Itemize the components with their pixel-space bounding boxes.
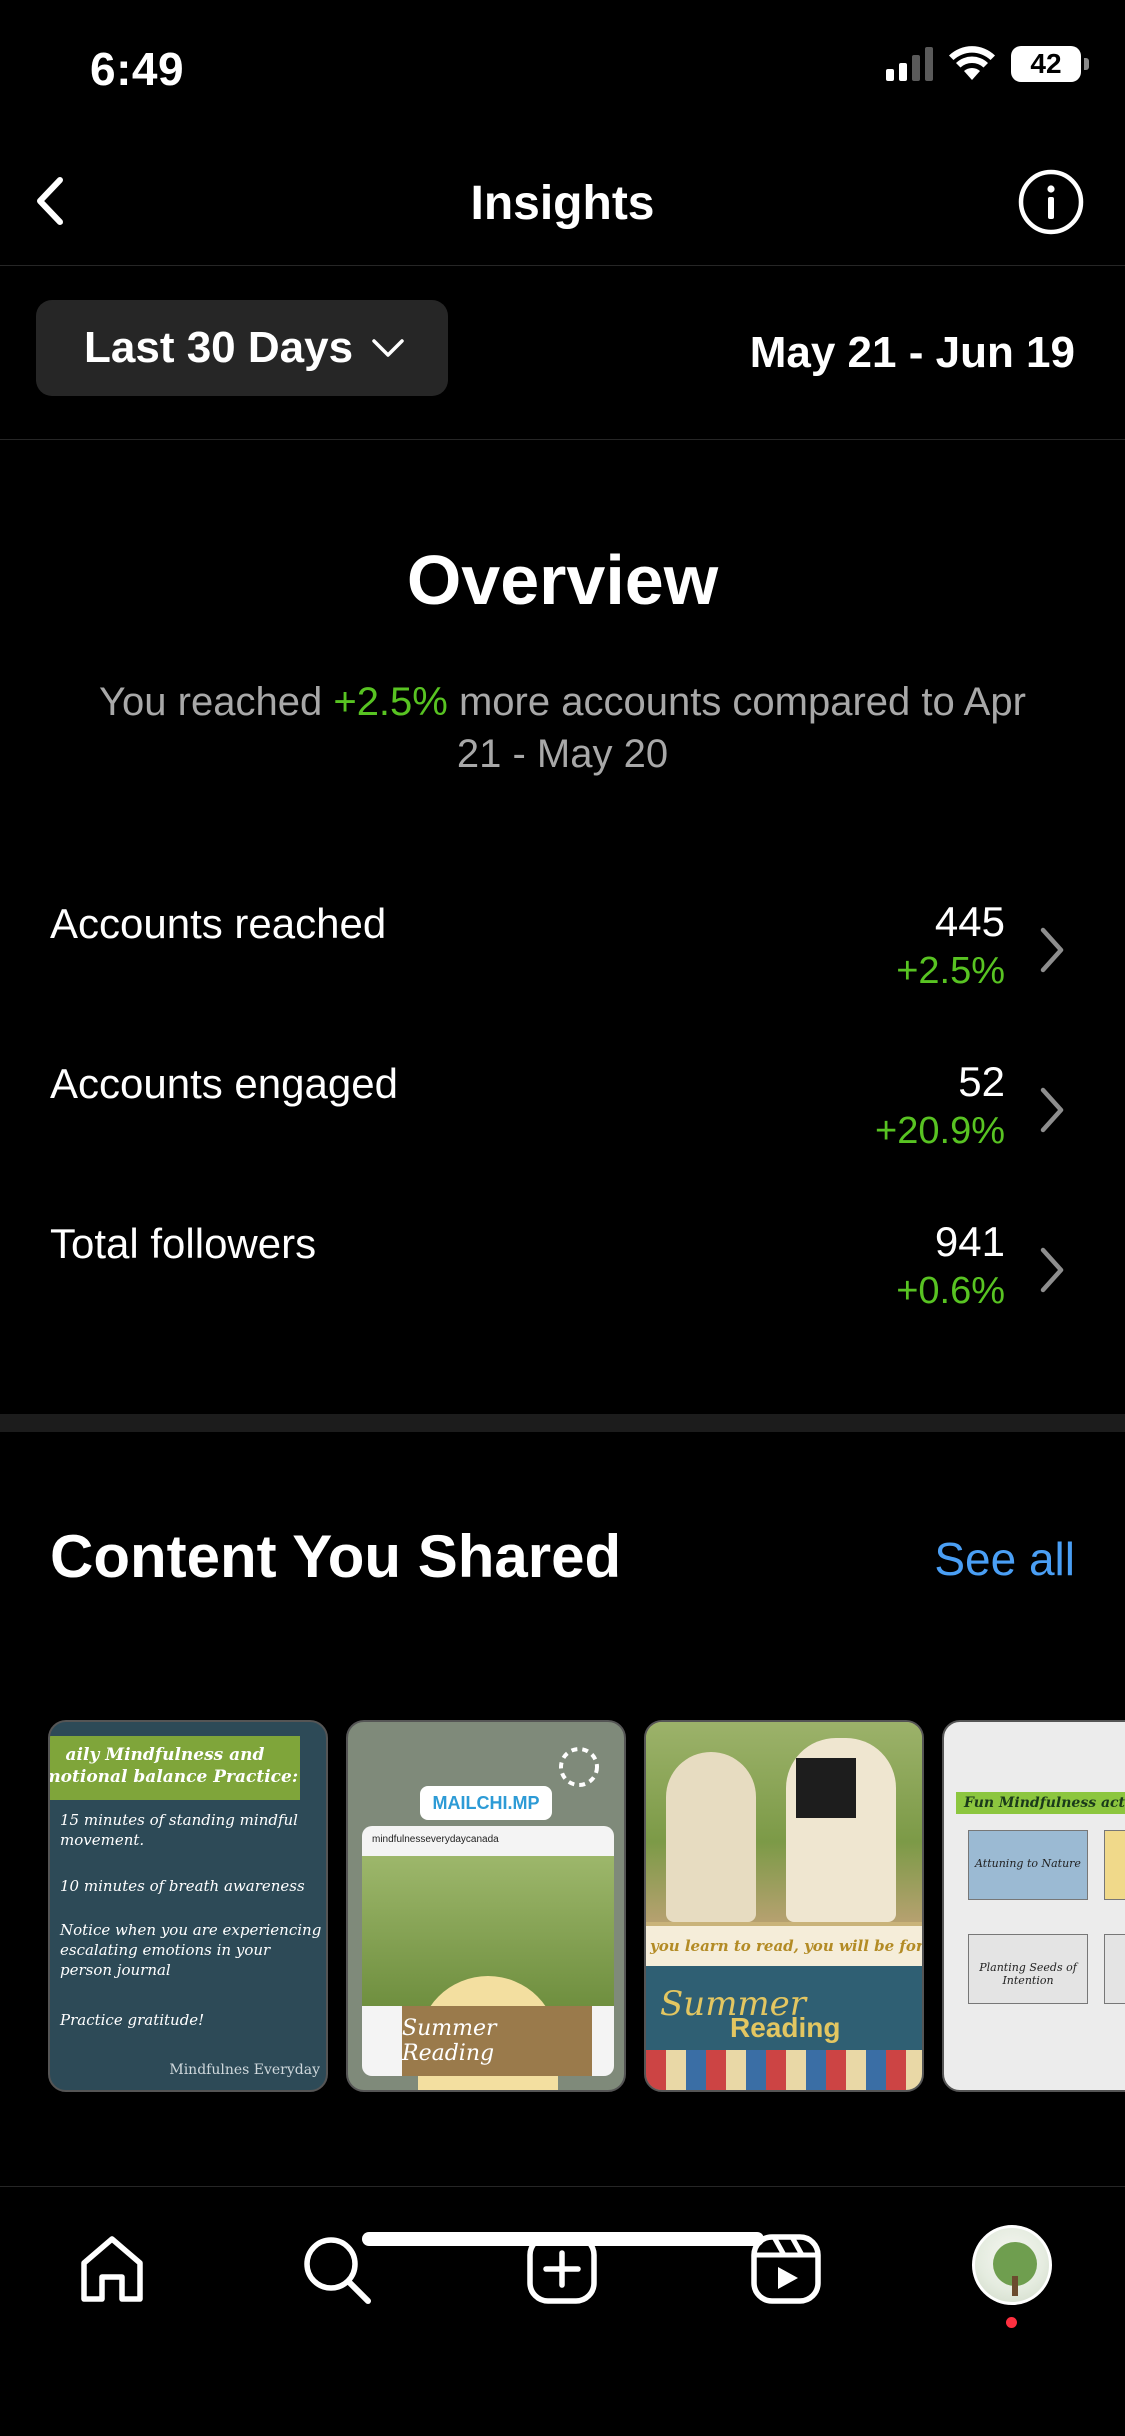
- content-thumbnail[interactable]: you learn to read, you will be forever S…: [644, 1720, 924, 2092]
- status-bar: 6:49 42: [0, 0, 1125, 140]
- content-thumbnail[interactable]: aily Mindfulness and emotional balance P…: [48, 1720, 328, 2092]
- chevron-right-icon: [1040, 1247, 1064, 1293]
- overview-desc-suffix: more accounts compared to Apr 21 - May 2…: [447, 680, 1026, 776]
- status-icons: 42: [886, 46, 1089, 82]
- metric-change: +2.5%: [896, 950, 1005, 992]
- thumbnail-note: [1104, 1934, 1125, 2004]
- nav-bar: Insights: [0, 140, 1125, 266]
- metric-value: 52: [958, 1058, 1005, 1105]
- wifi-icon: [949, 46, 995, 80]
- metric-total-followers[interactable]: Total followers 941 +0.6%: [0, 1210, 1125, 1370]
- overview-desc-highlight: +2.5%: [333, 680, 448, 724]
- battery-icon: 42: [1011, 46, 1089, 82]
- thumbnail-text: Practice gratitude!: [60, 2011, 205, 2029]
- chevron-down-icon: [372, 339, 404, 357]
- home-icon[interactable]: [74, 2231, 150, 2307]
- thumbnail-bold-text: Reading: [730, 2012, 841, 2043]
- thumbnail-card: mindfulnesseverydaycanada Summer Reading: [362, 1826, 614, 2090]
- thumbnail-text: 10 minutes of breath awareness: [60, 1877, 305, 1895]
- metric-change: +20.9%: [875, 1110, 1005, 1152]
- thumbnail-header: aily Mindfulness and emotional balance P…: [50, 1736, 300, 1800]
- thumbnail-header: Fun Mindfulness activities: [956, 1792, 1125, 1814]
- chevron-right-icon: [1040, 1087, 1064, 1133]
- battery-level: 42: [1030, 48, 1062, 79]
- thumbnail-book: [796, 1758, 856, 1818]
- link-sticker: MAILCHI.MP: [420, 1786, 552, 1820]
- thumbnail-note: [1104, 1830, 1125, 1900]
- section-divider: [0, 1414, 1125, 1432]
- overview-description: You reached +2.5% more accounts compared…: [90, 676, 1035, 780]
- thumbnail-person: [666, 1752, 756, 1922]
- status-time: 6:49: [90, 43, 185, 95]
- thumbnail-brand: Mindfulnes Everyday: [169, 2062, 320, 2078]
- metric-accounts-reached[interactable]: Accounts reached 445 +2.5%: [0, 890, 1125, 1050]
- overview-desc-prefix: You reached: [99, 680, 334, 724]
- metric-value: 445: [934, 898, 1005, 945]
- content-section-title: Content You Shared: [50, 1523, 622, 1590]
- thumbnail-text: Notice when you are experiencing escalat…: [60, 1921, 322, 1979]
- metric-change: +0.6%: [896, 1270, 1005, 1312]
- content-thumbnail[interactable]: mindfulnesseverydaycanada Summer Reading…: [346, 1720, 626, 2092]
- home-indicator[interactable]: [362, 2232, 764, 2246]
- thumbnail-banner: you learn to read, you will be forever: [646, 1926, 922, 1966]
- loading-spinner-icon: [559, 1747, 599, 1787]
- content-thumbnails: aily Mindfulness and emotional balance P…: [48, 1720, 1125, 2096]
- filter-row: Last 30 Days May 21 - Jun 19: [0, 266, 1125, 440]
- metric-label: Accounts engaged: [50, 1060, 398, 1107]
- profile-avatar[interactable]: [972, 2225, 1052, 2305]
- metric-label: Accounts reached: [50, 900, 387, 947]
- date-range-label: Last 30 Days: [84, 323, 354, 372]
- see-all-link[interactable]: See all: [934, 1532, 1075, 1586]
- thumbnail-card-head: mindfulnesseverydaycanada: [372, 1834, 499, 1845]
- metric-accounts-engaged[interactable]: Accounts engaged 52 +20.9%: [0, 1050, 1125, 1210]
- cellular-signal-icon: [886, 47, 933, 81]
- date-range-text: May 21 - Jun 19: [749, 328, 1075, 377]
- chevron-right-icon: [1040, 927, 1064, 973]
- thumbnail-note: Planting Seeds of Intention: [968, 1934, 1088, 2004]
- thumbnail-books: [646, 2050, 922, 2090]
- date-range-dropdown[interactable]: Last 30 Days: [36, 300, 448, 396]
- metric-label: Total followers: [50, 1220, 317, 1267]
- thumbnail-note: Attuning to Nature: [968, 1830, 1088, 1900]
- thumbnail-text: 15 minutes of standing mindful movement.: [60, 1811, 298, 1849]
- metric-value: 941: [934, 1218, 1005, 1265]
- info-icon[interactable]: [1017, 168, 1085, 236]
- bottom-tab-bar: [0, 2186, 1125, 2436]
- content-thumbnail[interactable]: Fun Mindfulness activities Attuning to N…: [942, 1720, 1125, 2092]
- notification-dot: [1006, 2317, 1017, 2328]
- overview-title: Overview: [406, 541, 719, 619]
- page-title: Insights: [470, 177, 655, 230]
- thumbnail-book: Summer Reading: [402, 2006, 592, 2076]
- avatar-trunk: [1012, 2276, 1018, 2296]
